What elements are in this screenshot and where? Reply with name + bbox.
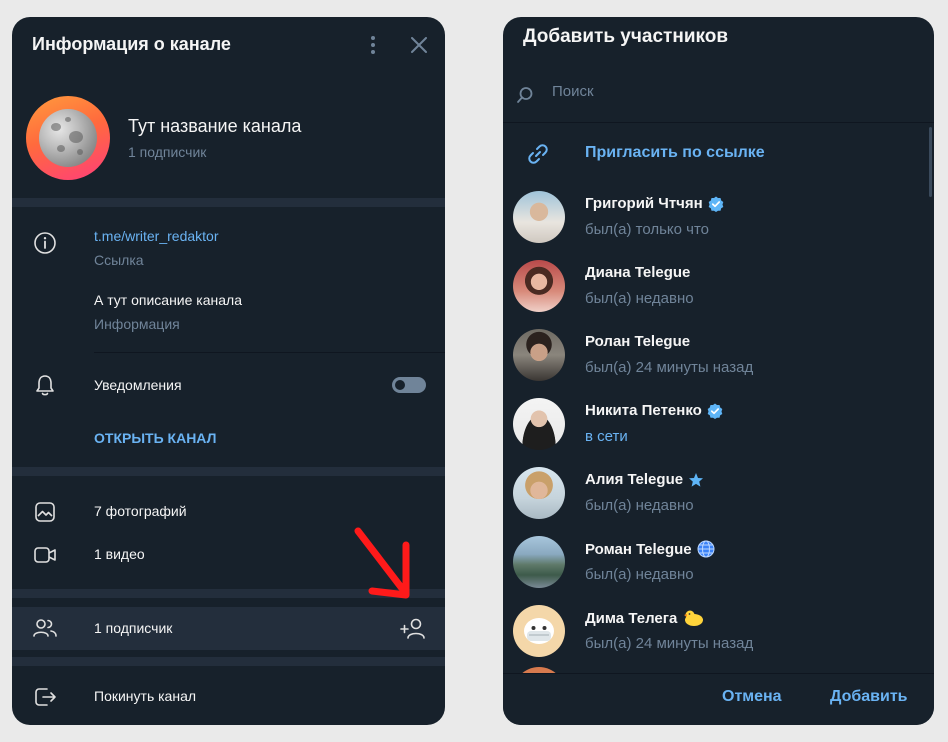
description-caption: Информация <box>94 316 180 332</box>
contact-status: был(а) недавно <box>585 290 694 307</box>
link-caption: Ссылка <box>94 252 144 268</box>
divider <box>12 657 445 666</box>
duck-emoji-icon <box>682 609 704 627</box>
notifications-toggle[interactable] <box>392 377 426 393</box>
contact-name: Алия Telegue <box>585 471 684 488</box>
videos-item[interactable]: 1 видео <box>94 546 145 562</box>
bell-icon <box>32 372 58 398</box>
channel-link[interactable]: t.me/writer_redaktor <box>94 228 218 244</box>
add-button[interactable]: Добавить <box>830 688 908 706</box>
add-members-panel: Добавить участников Поиск Пригласить по … <box>503 17 934 725</box>
scrollbar[interactable] <box>929 127 932 197</box>
avatar <box>513 467 565 519</box>
search-bar[interactable]: Поиск <box>503 73 934 123</box>
contact-item[interactable]: Диана Telegue был(а) недавно <box>503 252 923 321</box>
info-icon <box>32 230 58 256</box>
contact-status: был(а) 24 минуты назад <box>585 635 754 652</box>
contact-item[interactable]: Дима Телега был(а) 24 минуты назад <box>503 597 923 666</box>
divider <box>12 198 445 207</box>
avatar <box>513 605 565 657</box>
contact-item[interactable]: Ролан Telegue был(а) 24 минуты назад <box>503 321 923 390</box>
globe-icon <box>697 540 715 558</box>
cancel-button[interactable]: Отмена <box>722 688 782 706</box>
channel-avatar[interactable] <box>26 96 110 180</box>
close-icon[interactable] <box>408 34 430 56</box>
channel-name: Тут название канала <box>128 116 302 136</box>
leave-icon <box>32 684 58 710</box>
channel-subscribers: 1 подписчик <box>128 144 207 160</box>
members-label: 1 подписчик <box>94 620 173 636</box>
contact-name: Ролан Telegue <box>585 333 691 350</box>
more-vertical-icon[interactable] <box>363 34 383 56</box>
divider-line <box>94 352 445 353</box>
verified-icon <box>708 196 724 212</box>
verified-icon <box>707 403 723 419</box>
add-members-title: Добавить участников <box>523 26 729 47</box>
users-icon <box>32 615 58 641</box>
contact-status: был(а) только что <box>585 221 710 238</box>
link-icon <box>525 141 551 167</box>
contact-status: был(а) недавно <box>585 566 694 583</box>
contact-status: в сети <box>585 428 628 445</box>
channel-description: А тут описание канала <box>94 292 242 308</box>
avatar <box>513 536 565 588</box>
annotation-arrow-icon <box>354 527 410 599</box>
contact-item[interactable]: Никита Петенко в сети <box>503 390 923 459</box>
search-icon <box>515 85 535 105</box>
contact-item[interactable]: Роман Telegue был(а) недавно <box>503 528 923 597</box>
contact-status: был(а) недавно <box>585 497 694 514</box>
contact-item[interactable]: Алия Telegue был(а) недавно <box>503 459 923 528</box>
star-icon <box>688 472 704 488</box>
avatar <box>513 191 565 243</box>
avatar <box>513 398 565 450</box>
moon-image <box>39 109 97 167</box>
dialog-footer: Отмена Добавить <box>503 673 934 725</box>
leave-channel-button[interactable]: Покинуть канал <box>94 688 196 704</box>
contact-item[interactable]: Григорий Чтчян был(а) только что <box>503 183 923 252</box>
search-input[interactable]: Поиск <box>552 83 594 100</box>
contact-status: был(а) 24 минуты назад <box>585 359 754 376</box>
panel-title: Информация о канале <box>32 34 231 54</box>
contact-name: Дима Телега <box>585 609 678 627</box>
contact-name: Григорий Чтчян <box>585 195 703 212</box>
notifications-label: Уведомления <box>94 377 182 393</box>
open-channel-button[interactable]: ОТКРЫТЬ КАНАЛ <box>94 430 216 446</box>
video-icon <box>32 542 58 568</box>
divider <box>12 467 445 476</box>
add-member-icon[interactable] <box>398 616 428 642</box>
photos-item[interactable]: 7 фотографий <box>94 503 187 519</box>
contact-name: Роман Telegue <box>585 540 692 558</box>
avatar <box>513 260 565 312</box>
invite-link-button[interactable]: Пригласить по ссылке <box>585 144 765 162</box>
avatar <box>513 329 565 381</box>
contact-name: Никита Петенко <box>585 402 702 419</box>
members-row[interactable]: 1 подписчик <box>12 607 445 650</box>
contact-name: Диана Telegue <box>585 264 691 281</box>
photo-icon <box>32 499 58 525</box>
channel-info-panel: Информация о канале Тут название канала … <box>12 17 445 725</box>
